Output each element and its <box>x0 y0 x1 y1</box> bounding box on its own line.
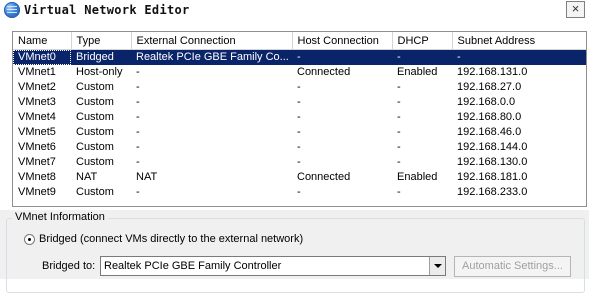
cell-dhcp: - <box>397 81 401 93</box>
cell-external: - <box>136 126 140 138</box>
bridged-to-label: Bridged to: <box>42 260 96 272</box>
cell-dhcp: - <box>397 126 401 138</box>
cell-type: Host-only <box>76 66 123 78</box>
table-row[interactable]: VMnet8 NAT NAT Connected Enabled 192.168.181.… <box>13 170 586 185</box>
cell-external: - <box>136 186 140 198</box>
bridged-radio-label[interactable]: Bridged (connect VMs directly to the ext… <box>39 233 303 245</box>
cell-external: - <box>136 156 140 168</box>
cell-external: - <box>136 81 140 93</box>
cell-type: Bridged <box>71 49 131 65</box>
radio-selected-icon[interactable] <box>24 233 35 245</box>
cell-external: - <box>136 96 140 108</box>
cell-type: Custom <box>76 111 114 123</box>
cell-name: VMnet1 <box>18 66 56 78</box>
table-header-row: Name Type External Connection Host Conne… <box>13 32 586 50</box>
cell-name: VMnet2 <box>18 81 56 93</box>
cell-subnet: 192.168.80.0 <box>457 111 522 123</box>
column-header-dhcp[interactable]: DHCP <box>392 32 453 50</box>
cell-subnet: - <box>452 49 586 65</box>
table-row[interactable]: VMnet9 Custom - - - 192.168.233.0 <box>13 185 586 200</box>
cell-name: VMnet4 <box>18 111 56 123</box>
cell-host: - <box>297 126 301 138</box>
cell-type: NAT <box>76 171 98 183</box>
table-row[interactable]: VMnet7 Custom - - - 192.168.130.0 <box>13 155 586 170</box>
cell-host: - <box>297 111 301 123</box>
cell-name: VMnet0 <box>13 49 71 65</box>
cell-dhcp: - <box>397 111 401 123</box>
cell-dhcp: - <box>392 49 452 65</box>
cell-dhcp: Enabled <box>397 66 438 78</box>
cell-name: VMnet6 <box>18 141 56 153</box>
table-row[interactable]: VMnet3 Custom - - - 192.168.0.0 <box>13 95 586 110</box>
cell-host: - <box>297 156 301 168</box>
cell-host: Connected <box>297 171 351 183</box>
cell-type: Custom <box>76 126 114 138</box>
window-title: Virtual Network Editor <box>24 3 190 17</box>
cell-type: Custom <box>76 141 114 153</box>
cell-name: VMnet7 <box>18 156 56 168</box>
vmnet-info-section: VMnet Information Bridged (connect VMs d… <box>0 210 589 293</box>
bridged-to-value: Realtek PCIe GBE Family Controller <box>104 260 282 272</box>
column-header-name[interactable]: Name <box>13 32 72 50</box>
cell-subnet: 192.168.27.0 <box>457 81 522 93</box>
cell-host: - <box>297 186 301 198</box>
cell-external: - <box>136 141 140 153</box>
network-globe-icon <box>4 2 20 18</box>
cell-subnet: 192.168.181.0 <box>457 171 528 183</box>
cell-subnet: 192.168.130.0 <box>457 156 528 168</box>
cell-dhcp: Enabled <box>397 171 438 183</box>
cell-host: - <box>297 141 301 153</box>
column-header-type[interactable]: Type <box>71 32 132 50</box>
cell-host: - <box>297 81 301 93</box>
cell-subnet: 192.168.131.0 <box>457 66 528 78</box>
cell-name: VMnet9 <box>18 186 56 198</box>
column-header-host-connection[interactable]: Host Connection <box>292 32 393 50</box>
cell-host: - <box>297 96 301 108</box>
cell-external: - <box>136 111 140 123</box>
cell-dhcp: - <box>397 96 401 108</box>
cell-dhcp: - <box>397 156 401 168</box>
cell-subnet: 192.168.46.0 <box>457 126 522 138</box>
cell-subnet: 192.168.144.0 <box>457 141 528 153</box>
table-row[interactable]: VMnet5 Custom - - - 192.168.46.0 <box>13 125 586 140</box>
table-row[interactable]: VMnet1 Host-only - Connected Enabled 192.168.… <box>13 65 586 80</box>
automatic-settings-button[interactable]: Automatic Settings... <box>454 256 571 277</box>
cell-dhcp: - <box>397 141 401 153</box>
table-row[interactable]: VMnet2 Custom - - - 192.168.27.0 <box>13 80 586 95</box>
cell-type: Custom <box>76 156 114 168</box>
cell-name: VMnet8 <box>18 171 56 183</box>
cell-name: VMnet5 <box>18 126 56 138</box>
cell-external: Realtek PCIe GBE Family Co... <box>131 49 292 65</box>
table-row[interactable]: VMnet4 Custom - - - 192.168.80.0 <box>13 110 586 125</box>
cell-host: - <box>292 49 392 65</box>
table-row[interactable]: VMnet0 Bridged Realtek PCIe GBE Family Co.… <box>13 49 586 65</box>
cell-type: Custom <box>76 186 114 198</box>
vmnet-info-legend: VMnet Information <box>12 211 108 223</box>
cell-name: VMnet3 <box>18 96 56 108</box>
network-table: Name Type External Connection Host Conne… <box>13 32 586 200</box>
chevron-down-icon[interactable] <box>429 257 445 275</box>
column-header-external-connection[interactable]: External Connection <box>131 32 293 50</box>
bridged-radio[interactable]: Bridged (connect VMs directly to the ext… <box>24 233 303 247</box>
cell-external: NAT <box>136 171 158 183</box>
cell-type: Custom <box>76 96 114 108</box>
title-bar: Virtual Network Editor × <box>0 0 589 22</box>
close-button[interactable]: × <box>566 1 585 18</box>
cell-type: Custom <box>76 81 114 93</box>
bridged-to-dropdown[interactable]: Realtek PCIe GBE Family Controller <box>100 256 446 276</box>
column-header-subnet-address[interactable]: Subnet Address <box>452 32 586 50</box>
table-row[interactable]: VMnet6 Custom - - - 192.168.144.0 <box>13 140 586 155</box>
cell-external: - <box>136 66 140 78</box>
cell-subnet: 192.168.0.0 <box>457 96 516 108</box>
cell-subnet: 192.168.233.0 <box>457 186 528 198</box>
network-list[interactable]: Name Type External Connection Host Conne… <box>12 31 587 207</box>
cell-host: Connected <box>297 66 351 78</box>
cell-dhcp: - <box>397 186 401 198</box>
